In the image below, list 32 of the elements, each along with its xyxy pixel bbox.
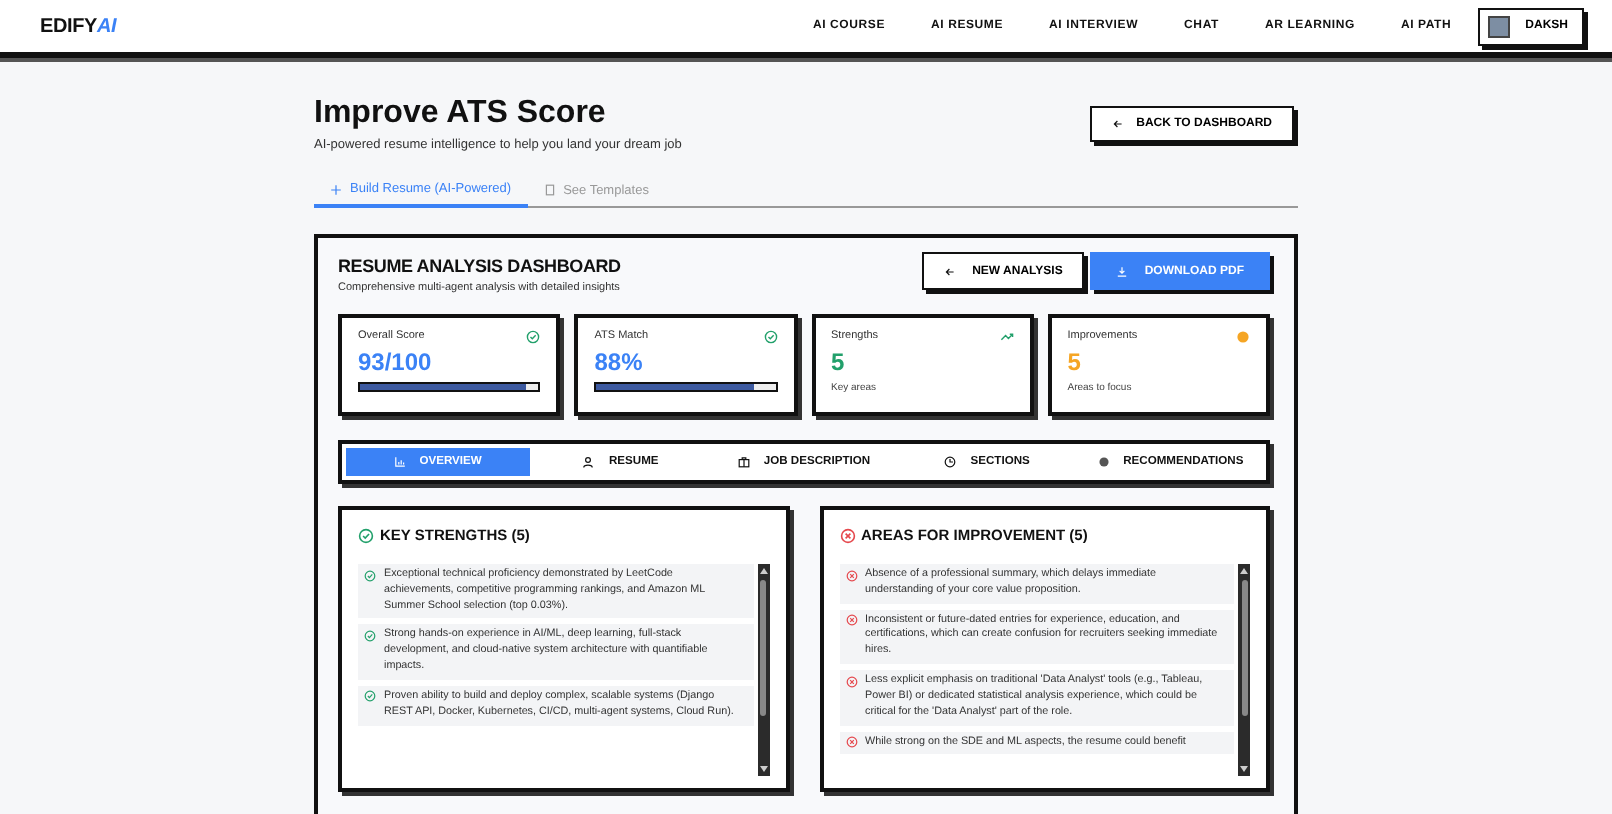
document-icon: [543, 184, 556, 196]
dot-icon: [1097, 456, 1110, 468]
arrow-left-icon: [944, 265, 957, 277]
x-circle-icon: [845, 614, 857, 627]
clock-icon: [944, 456, 957, 468]
arrow-left-icon: [1112, 118, 1125, 130]
trend-up-icon: [999, 330, 1014, 344]
x-circle-icon: [845, 569, 857, 581]
download-icon: [1116, 265, 1129, 277]
check-circle-icon: [763, 330, 777, 344]
check-circle-icon: [358, 527, 374, 543]
check-circle-icon: [526, 330, 541, 344]
check-circle-icon: [364, 690, 376, 703]
stat-value: 5: [1067, 348, 1083, 376]
stat-value: 93/100: [358, 348, 434, 376]
x-circle-icon: [845, 675, 857, 688]
stat-value: 5: [831, 348, 847, 376]
bar-chart-icon: [393, 456, 406, 468]
check-circle-icon: [364, 629, 376, 642]
dot-icon: [1236, 330, 1250, 344]
scrollbar[interactable]: [1238, 564, 1250, 776]
x-circle-icon: [845, 736, 857, 749]
x-circle-icon: [839, 527, 855, 543]
check-circle-icon: [364, 569, 376, 581]
person-icon: [582, 456, 595, 468]
scrollbar[interactable]: [757, 564, 769, 776]
briefcase-icon: [737, 456, 750, 468]
avatar-icon: [1487, 15, 1510, 37]
logo[interactable]: EDIFYAI: [40, 15, 117, 37]
dashboard-title: RESUME ANALYSIS DASHBOARD: [338, 256, 621, 276]
page-title: Improve ATS Score: [314, 96, 608, 132]
stat-value: 88%: [594, 348, 645, 376]
